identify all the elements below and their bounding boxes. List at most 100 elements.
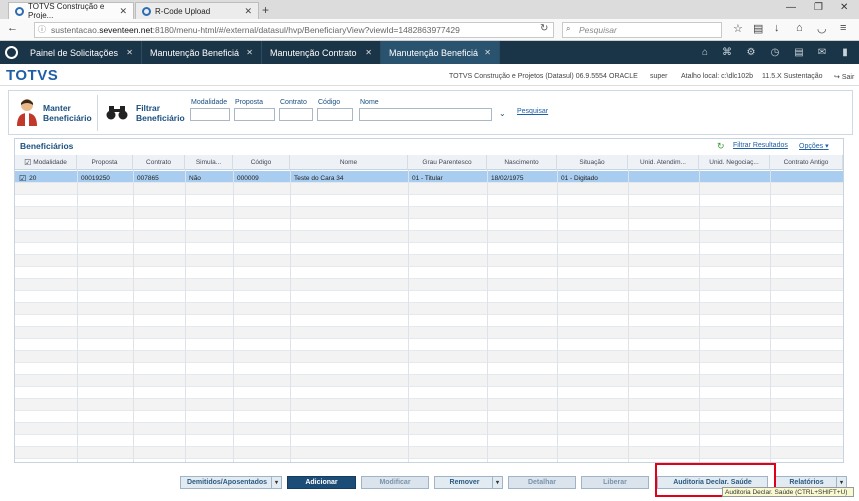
table-row[interactable]	[15, 327, 843, 339]
adicionar-button[interactable]: Adicionar	[287, 476, 356, 489]
cell-value: 000009	[237, 174, 259, 182]
close-icon[interactable]: ✕	[484, 48, 491, 57]
column-header[interactable]: Nome	[290, 155, 408, 170]
nome-input[interactable]	[359, 108, 492, 121]
column-header[interactable]: Proposta	[77, 155, 133, 170]
column-divider	[77, 170, 78, 462]
table-row[interactable]	[15, 399, 843, 411]
table-row[interactable]	[15, 411, 843, 423]
dropdown-arrow-icon[interactable]: ▾	[271, 477, 281, 488]
column-header[interactable]: Nascimento	[487, 155, 557, 170]
more-icon[interactable]: ▮	[835, 41, 855, 64]
mail-icon[interactable]: ✉	[812, 41, 832, 64]
home-icon[interactable]: ⌂	[695, 41, 715, 64]
column-header[interactable]: Unid. Negociaç...	[699, 155, 770, 170]
bookmark-star-icon[interactable]: ☆	[733, 22, 743, 35]
document-icon[interactable]: ▤	[789, 41, 809, 64]
reload-icon[interactable]: ↻	[540, 23, 548, 34]
filtrar-resultados-link[interactable]: Filtrar Resultados	[733, 142, 788, 149]
download-icon[interactable]: ↓	[774, 22, 780, 34]
tab-manutencao-beneficiario-active[interactable]: Manutenção Beneficiá ✕	[381, 41, 500, 64]
table-row[interactable]	[15, 243, 843, 255]
column-header[interactable]: Unid. Atendim...	[628, 155, 699, 170]
close-tab-icon[interactable]: ✕	[119, 6, 127, 17]
proposta-input[interactable]	[234, 108, 275, 121]
exit-icon: ↪	[834, 74, 840, 81]
chevron-down-icon[interactable]: ⌄	[499, 109, 506, 118]
table-row[interactable]	[15, 255, 843, 267]
table-row[interactable]	[15, 351, 843, 363]
info-icon[interactable]: ⓘ	[38, 24, 46, 35]
column-header[interactable]: Grau Parentesco	[408, 155, 487, 170]
table-row[interactable]	[15, 267, 843, 279]
remover-button[interactable]: Remover ▾	[434, 476, 503, 489]
select-all-checkbox[interactable]: ☑	[24, 158, 31, 167]
pesquisar-link[interactable]: Pesquisar	[517, 108, 548, 115]
home-icon[interactable]: ⌂	[796, 22, 803, 34]
column-header[interactable]: Código	[233, 155, 290, 170]
opcoes-link[interactable]: Opções ▾	[799, 142, 829, 150]
close-window-icon[interactable]: ✕	[840, 2, 848, 13]
contrato-input[interactable]	[279, 108, 313, 121]
table-row[interactable]	[15, 207, 843, 219]
nome-label: Nome	[360, 99, 379, 106]
minimize-icon[interactable]: —	[786, 2, 796, 13]
table-row[interactable]	[15, 183, 843, 195]
table-row[interactable]	[15, 231, 843, 243]
sitemap-icon[interactable]: ⌘	[717, 41, 737, 64]
table-cell	[703, 172, 768, 184]
modificar-button[interactable]: Modificar	[361, 476, 429, 489]
table-row[interactable]	[15, 339, 843, 351]
totvs-logo-icon[interactable]	[5, 46, 18, 59]
demitidos-aposentados-button[interactable]: Demitidos/Aposentados ▾	[180, 476, 282, 489]
table-cell: 18/02/1975	[491, 172, 555, 184]
column-header[interactable]: ☑ Modalidade	[15, 155, 77, 170]
refresh-icon[interactable]: ↻	[717, 141, 725, 152]
codigo-input[interactable]	[317, 108, 353, 121]
reading-list-icon[interactable]: ▤	[753, 22, 763, 35]
settings-icon[interactable]: ⚙	[741, 41, 761, 64]
column-header[interactable]: Simula...	[185, 155, 233, 170]
tab-manutencao-contrato[interactable]: Manutenção Contrato ✕	[262, 41, 381, 64]
back-icon[interactable]: ←	[7, 22, 18, 34]
tab-manutencao-beneficiario[interactable]: Manutenção Beneficiá ✕	[142, 41, 262, 64]
tab-painel-solicitacoes[interactable]: Painel de Solicitações ✕	[22, 41, 142, 64]
table-row[interactable]	[15, 195, 843, 207]
browser-tab-totvs[interactable]: TOTVS Construção e Proje... ✕	[8, 2, 134, 20]
column-header[interactable]: Contrato Antigo	[770, 155, 843, 170]
detalhar-button[interactable]: Detalhar	[508, 476, 576, 489]
close-icon[interactable]: ✕	[365, 48, 372, 57]
dropdown-arrow-icon[interactable]: ▾	[492, 477, 502, 488]
new-tab-icon[interactable]: +	[262, 3, 269, 17]
cell-value: 01 - Titular	[412, 174, 443, 182]
divider	[97, 95, 98, 131]
table-row[interactable]	[15, 303, 843, 315]
hamburger-menu-icon[interactable]: ≡	[840, 22, 846, 34]
table-row[interactable]	[15, 279, 843, 291]
modalidade-input[interactable]	[190, 108, 230, 121]
restore-icon[interactable]: ❐	[814, 2, 823, 13]
column-header[interactable]: Situação	[557, 155, 628, 170]
column-header[interactable]: Contrato	[133, 155, 185, 170]
close-tab-icon[interactable]: ✕	[244, 6, 252, 17]
close-icon[interactable]: ✕	[246, 48, 253, 57]
row-checkbox[interactable]: ☑	[19, 174, 26, 183]
manter-beneficiario-label[interactable]: Manter Beneficiário	[43, 103, 93, 123]
table-row[interactable]	[15, 435, 843, 447]
address-bar[interactable]: sustentacao.seventeen.net:8180/menu-html…	[34, 22, 554, 38]
clock-icon[interactable]: ◷	[765, 41, 785, 64]
table-row[interactable]	[15, 291, 843, 303]
pocket-icon[interactable]: ◡	[817, 22, 827, 35]
table-row[interactable]	[15, 447, 843, 459]
liberar-button[interactable]: Liberar	[581, 476, 649, 489]
table-row[interactable]	[15, 423, 843, 435]
browser-tab-rcode[interactable]: R-Code Upload ✕	[135, 2, 259, 19]
exit-link[interactable]: ↪ Sair	[834, 73, 854, 81]
table-row[interactable]	[15, 219, 843, 231]
table-row[interactable]	[15, 375, 843, 387]
table-row[interactable]	[15, 387, 843, 399]
close-icon[interactable]: ✕	[126, 48, 133, 57]
search-input[interactable]: Pesquisar	[562, 22, 722, 38]
table-row[interactable]	[15, 363, 843, 375]
table-row[interactable]	[15, 315, 843, 327]
